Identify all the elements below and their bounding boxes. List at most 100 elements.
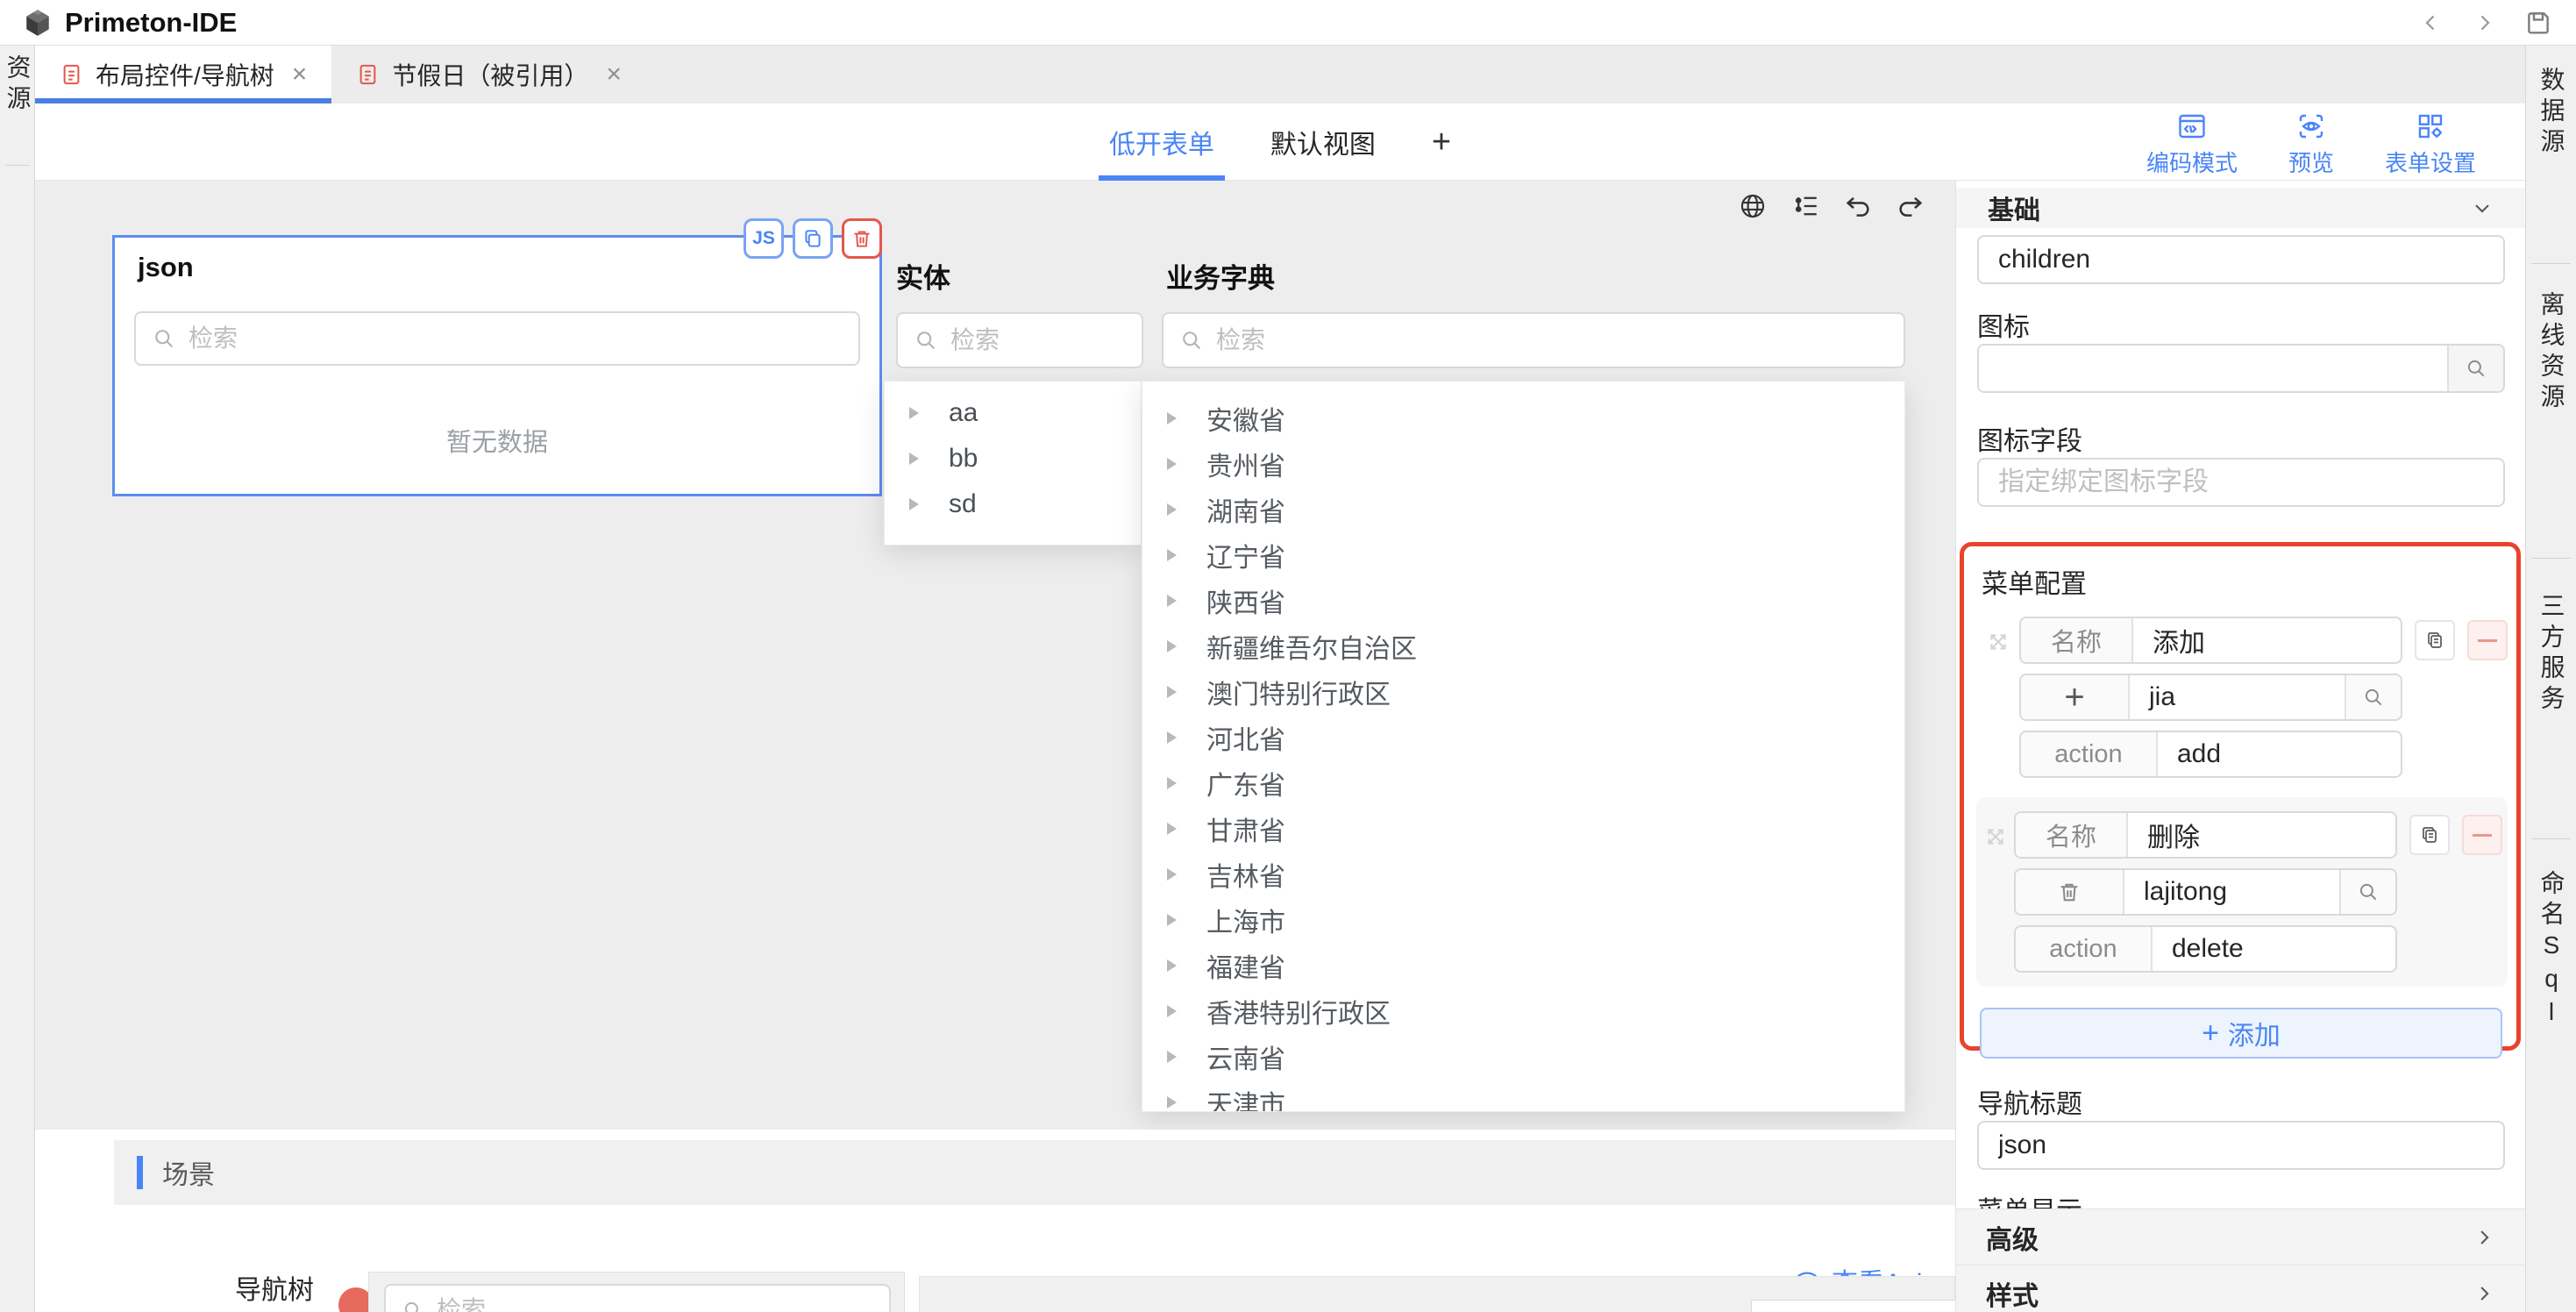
menu-action-value[interactable]: add <box>2158 732 2401 776</box>
dict-search-input[interactable] <box>1216 326 1888 354</box>
rail-item-resources[interactable]: 资源 <box>0 54 35 116</box>
menu-icon-value[interactable]: lajitong <box>2124 870 2339 914</box>
caret-right-icon[interactable] <box>1167 731 1177 744</box>
caret-right-icon[interactable] <box>1167 1051 1177 1063</box>
dict-tree-item[interactable]: 香港特别行政区 <box>1142 988 1904 1034</box>
rail-item-datasource[interactable]: 数据源 <box>2534 67 2569 159</box>
close-icon[interactable]: × <box>606 60 622 89</box>
caret-right-icon[interactable] <box>1167 458 1177 470</box>
save-icon[interactable] <box>2523 8 2553 38</box>
caret-right-icon[interactable] <box>909 453 919 465</box>
json-search-input[interactable] <box>189 324 843 353</box>
remove-menu-item-button[interactable] <box>2467 620 2508 660</box>
caret-right-icon[interactable] <box>1167 868 1177 881</box>
close-icon[interactable]: × <box>292 60 308 89</box>
icon-binding-input[interactable] <box>1977 458 2505 507</box>
doc-tab-layout-navtree[interactable]: 布局控件/导航树 × <box>35 46 331 103</box>
caret-right-icon[interactable] <box>1167 412 1177 424</box>
drag-handle-icon[interactable] <box>1976 811 2014 973</box>
dict-tree-item[interactable]: 安徽省 <box>1142 396 1904 441</box>
menu-name-value[interactable]: 删除 <box>2128 813 2395 857</box>
nav-title-input[interactable] <box>1977 1121 2505 1170</box>
add-view-tab-button[interactable]: + <box>1432 103 1451 181</box>
nav-back-icon[interactable] <box>2418 10 2444 36</box>
action-label: action <box>2021 732 2158 776</box>
caret-right-icon[interactable] <box>1167 823 1177 835</box>
caret-right-icon[interactable] <box>1167 549 1177 561</box>
caret-right-icon[interactable] <box>1167 686 1177 698</box>
dict-tree-item[interactable]: 河北省 <box>1142 715 1904 760</box>
view-tab-default-view[interactable]: 默认视图 <box>1270 103 1376 181</box>
caret-right-icon[interactable] <box>1167 595 1177 607</box>
rail-item-offline-resources[interactable]: 离线资源 <box>2534 291 2569 414</box>
menu-icon-value[interactable]: jia <box>2130 675 2345 719</box>
form-settings-button[interactable]: 表单设置 <box>2385 111 2476 178</box>
menu-name-value[interactable]: 添加 <box>2133 618 2401 662</box>
view-tab-lowcode-form[interactable]: 低开表单 <box>1109 103 1214 181</box>
remove-menu-item-button[interactable] <box>2462 815 2502 855</box>
icon-search-button[interactable] <box>2339 870 2395 914</box>
scene-header: 场景 <box>114 1140 1955 1205</box>
children-field-input[interactable] <box>1977 235 2505 284</box>
copy-component-button[interactable] <box>793 218 833 259</box>
add-menu-item-button[interactable]: + 添加 <box>1980 1008 2502 1059</box>
drag-handle-icon[interactable] <box>1976 617 2019 778</box>
caret-right-icon[interactable] <box>909 498 919 510</box>
dict-tree-item[interactable]: 辽宁省 <box>1142 532 1904 578</box>
dict-tree-item[interactable]: 广东省 <box>1142 760 1904 806</box>
dict-tree-item[interactable]: 澳门特别行政区 <box>1142 669 1904 715</box>
caret-right-icon[interactable] <box>1167 1096 1177 1109</box>
caret-right-icon[interactable] <box>1167 503 1177 516</box>
dict-tree-item[interactable]: 吉林省 <box>1142 852 1904 897</box>
caret-right-icon[interactable] <box>1167 1005 1177 1017</box>
globe-icon[interactable] <box>1738 191 1768 221</box>
preview-button[interactable]: 预览 <box>2288 111 2334 178</box>
dict-tree-item[interactable]: 陕西省 <box>1142 578 1904 624</box>
dict-tree-item[interactable]: 甘肃省 <box>1142 806 1904 852</box>
nav-forward-icon[interactable] <box>2471 10 2497 36</box>
caret-right-icon[interactable] <box>1167 640 1177 652</box>
json-navtree-component[interactable]: JS json 暂无数据 <box>112 235 882 496</box>
duplicate-menu-item-button[interactable] <box>2409 815 2450 855</box>
entity-tree-item[interactable]: aa <box>885 390 1141 436</box>
dict-tree-item[interactable]: 福建省 <box>1142 943 1904 988</box>
entity-search-box[interactable] <box>896 312 1143 368</box>
dict-tree-item[interactable]: 贵州省 <box>1142 441 1904 487</box>
navtree-search-input[interactable] <box>437 1296 873 1312</box>
json-search-box[interactable] <box>134 311 860 366</box>
redo-icon[interactable] <box>1896 191 1925 221</box>
dict-tree-item[interactable]: 湖南省 <box>1142 487 1904 532</box>
entity-tree-item[interactable]: bb <box>885 436 1141 481</box>
chevron-down-icon[interactable] <box>2470 196 2494 220</box>
rail-item-third-party-services[interactable]: 三方服务 <box>2534 593 2569 716</box>
duplicate-menu-item-button[interactable] <box>2415 620 2455 660</box>
section-advanced[interactable]: 高级 <box>1956 1209 2525 1265</box>
code-mode-button[interactable]: 编码模式 <box>2146 111 2238 178</box>
caret-right-icon[interactable] <box>1167 914 1177 926</box>
doc-icon <box>356 61 380 88</box>
doc-tab-holiday[interactable]: 节假日（被引用） × <box>331 46 646 103</box>
rail-item-named-sql[interactable]: 命名Sql <box>2534 870 2569 1031</box>
dict-tree-item[interactable]: 天津市 <box>1142 1080 1904 1112</box>
dict-tree-item[interactable]: 上海市 <box>1142 897 1904 943</box>
dict-tree-item[interactable]: 云南省 <box>1142 1034 1904 1080</box>
icon-search-button[interactable] <box>2447 346 2503 391</box>
dict-tree-item[interactable]: 新疆维吾尔自治区 <box>1142 624 1904 669</box>
js-action-button[interactable]: JS <box>744 218 784 259</box>
caret-right-icon[interactable] <box>909 407 919 419</box>
search-icon <box>1179 328 1204 353</box>
delete-component-button[interactable] <box>842 218 882 259</box>
section-basic[interactable]: 基础 <box>1956 188 2525 228</box>
undo-icon[interactable] <box>1843 191 1873 221</box>
caret-right-icon[interactable] <box>1167 777 1177 789</box>
caret-right-icon[interactable] <box>1167 959 1177 972</box>
entity-tree-item[interactable]: sd <box>885 481 1141 527</box>
menu-action-value[interactable]: delete <box>2153 927 2395 971</box>
navtree-search-box[interactable] <box>384 1284 891 1312</box>
outline-tree-icon[interactable] <box>1790 191 1820 221</box>
dict-search-box[interactable] <box>1162 312 1905 368</box>
icon-picker-input[interactable] <box>1979 346 2447 391</box>
icon-search-button[interactable] <box>2345 675 2401 719</box>
entity-search-input[interactable] <box>950 326 1126 354</box>
section-style[interactable]: 样式 <box>1956 1265 2525 1312</box>
